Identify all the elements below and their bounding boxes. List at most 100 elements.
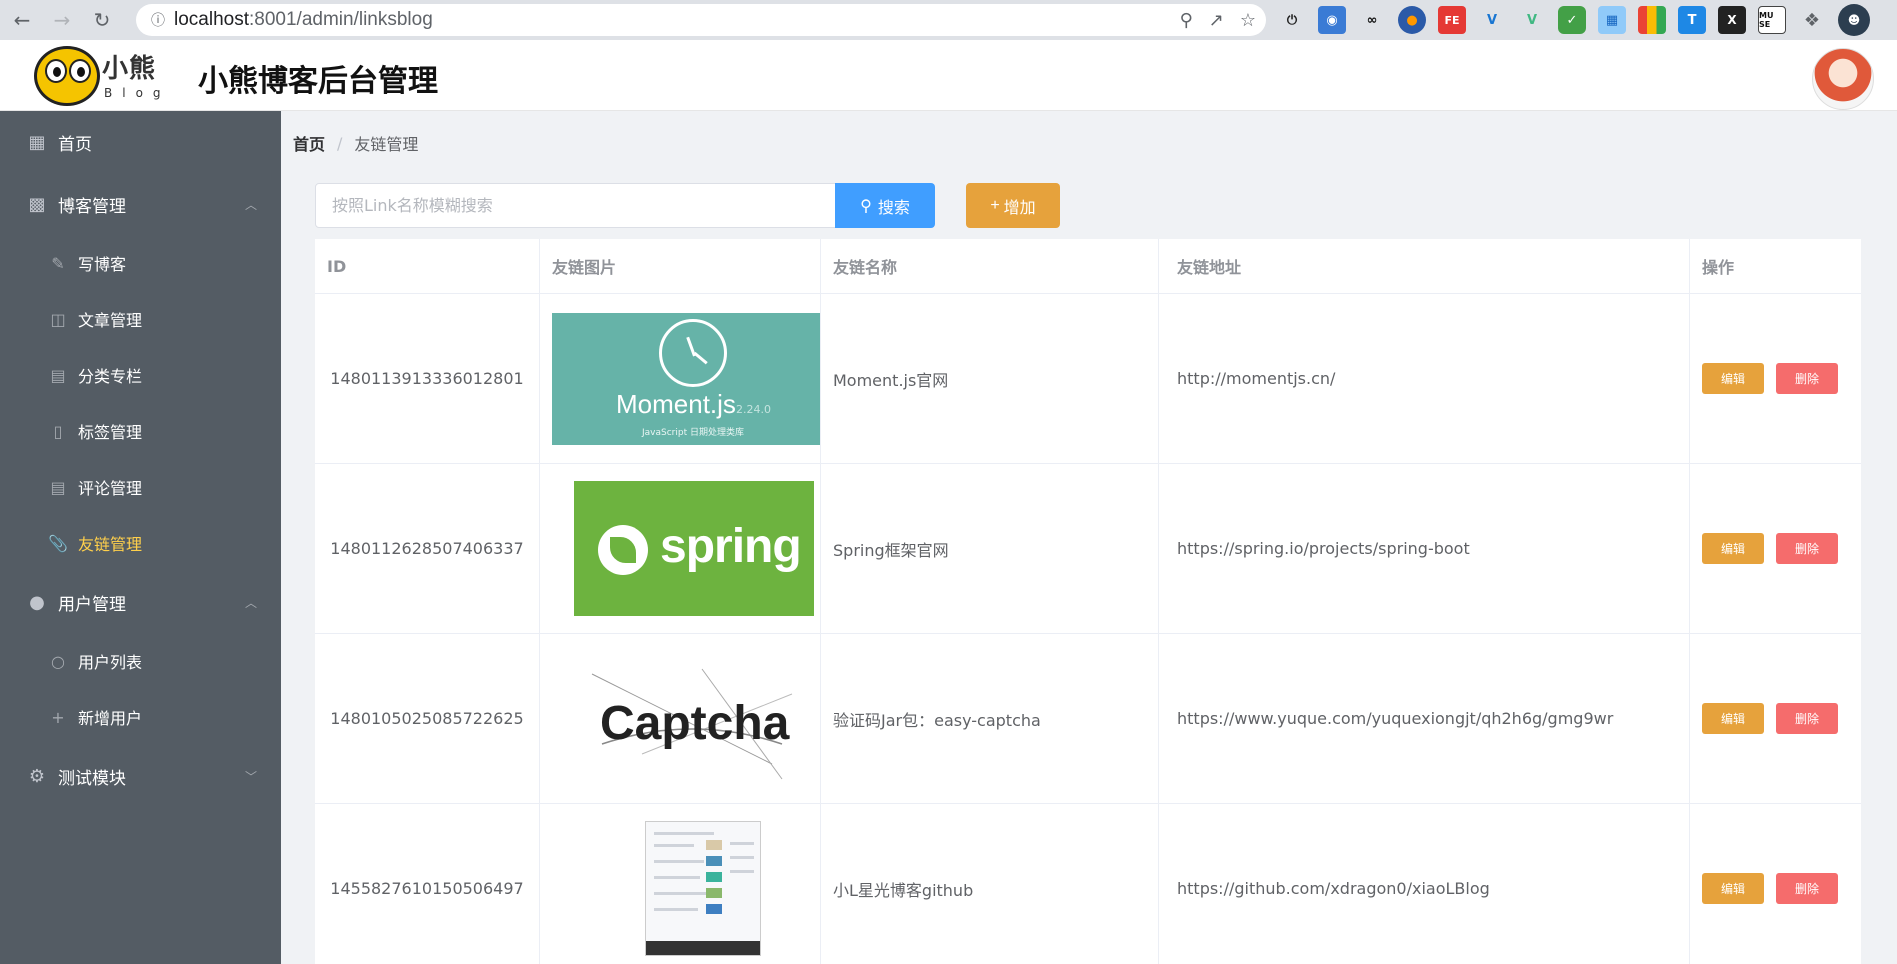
column-header-name: 友链名称 xyxy=(821,239,1159,293)
user-solid-icon: ● xyxy=(29,591,45,613)
app-header: 小熊 Blog 小熊博客后台管理 xyxy=(0,40,1897,111)
add-button[interactable]: + 增加 xyxy=(966,183,1060,228)
sidebar-item-label: 写博客 xyxy=(78,255,127,274)
cell-url: https://www.yuque.com/yuquexiongjt/qh2h6… xyxy=(1159,634,1690,803)
breadcrumb-current: 友链管理 xyxy=(354,135,419,154)
plus-icon: + xyxy=(51,707,65,727)
plus-icon: + xyxy=(990,196,1000,214)
extension-icon[interactable]: ∞ xyxy=(1358,6,1386,34)
edit-button[interactable]: 编辑 xyxy=(1702,363,1764,394)
delete-button[interactable]: 删除 xyxy=(1776,363,1838,394)
sidebar-group-users[interactable]: ● 用户管理 ︿ xyxy=(0,571,281,633)
cell-image: spring xyxy=(540,464,821,633)
extension-icon[interactable]: T xyxy=(1678,6,1706,34)
cell-image xyxy=(540,804,821,964)
sidebar-item-tags[interactable]: ▯ 标签管理 xyxy=(0,403,281,459)
cell-name: 小L星光博客github xyxy=(821,804,1159,964)
link-thumbnail[interactable]: Captcha xyxy=(582,653,802,784)
extension-icon[interactable] xyxy=(1638,6,1666,34)
delete-button[interactable]: 删除 xyxy=(1776,873,1838,904)
sidebar-item-comments[interactable]: ▤ 评论管理 xyxy=(0,459,281,515)
extension-icon[interactable]: X xyxy=(1718,6,1746,34)
extension-icon[interactable]: FE xyxy=(1438,6,1466,34)
sidebar-item-home[interactable]: ▦ 首页 xyxy=(0,111,281,173)
share-icon[interactable]: ↗ xyxy=(1209,10,1224,31)
logo[interactable]: 小熊 Blog xyxy=(34,46,164,106)
table-row: 1480113913336012801 Moment.js 2.24.0 Jav… xyxy=(315,294,1861,464)
extension-icon[interactable]: ● xyxy=(1398,6,1426,34)
puzzle-icon[interactable]: ❖ xyxy=(1798,6,1826,34)
link-thumbnail[interactable]: Moment.js 2.24.0 JavaScript 日期处理类库 xyxy=(552,312,820,445)
power-icon[interactable]: ⏻ xyxy=(1278,6,1306,34)
shield-icon[interactable]: ✓ xyxy=(1558,6,1586,34)
forward-icon[interactable]: → xyxy=(44,2,80,38)
thumbnail-title: spring xyxy=(660,520,802,573)
sidebar-item-add-user[interactable]: + 新增用户 xyxy=(0,689,281,745)
logo-subtitle: Blog xyxy=(104,86,171,100)
setting-icon: ⚙ xyxy=(28,765,46,787)
sidebar-item-label: 标签管理 xyxy=(78,423,143,442)
app-title: 小熊博客后台管理 xyxy=(198,64,438,99)
cell-id: 1480112628507406337 xyxy=(315,464,540,633)
cell-name: 验证码Jar包：easy-captcha xyxy=(821,634,1159,803)
cell-name: Moment.js官网 xyxy=(821,294,1159,463)
bookmark-icon: ▯ xyxy=(53,421,63,441)
edit-button[interactable]: 编辑 xyxy=(1702,533,1764,564)
edit-button[interactable]: 编辑 xyxy=(1702,703,1764,734)
column-header-id: ID xyxy=(315,239,540,293)
cell-id: 1480105025085722625 xyxy=(315,634,540,803)
sidebar-item-articles[interactable]: ◫ 文章管理 xyxy=(0,291,281,347)
link-thumbnail[interactable] xyxy=(645,821,761,956)
search-input[interactable] xyxy=(315,183,837,228)
search-button[interactable]: ⚲ 搜索 xyxy=(835,183,935,228)
back-icon[interactable]: ← xyxy=(4,2,40,38)
delete-button[interactable]: 删除 xyxy=(1776,533,1838,564)
user-avatar[interactable] xyxy=(1812,48,1874,110)
sidebar-item-user-list[interactable]: ○ 用户列表 xyxy=(0,633,281,689)
edit-button[interactable]: 编辑 xyxy=(1702,873,1764,904)
chevron-up-icon: ︿ xyxy=(244,595,257,610)
blog-icon: ▩ xyxy=(28,193,46,215)
column-header-ops: 操作 xyxy=(1702,258,1735,277)
cell-image: Moment.js 2.24.0 JavaScript 日期处理类库 xyxy=(540,294,821,463)
sidebar-item-label: 用户管理 xyxy=(58,594,126,615)
link-thumbnail[interactable]: spring xyxy=(574,481,814,616)
delete-button[interactable]: 删除 xyxy=(1776,703,1838,734)
url-text[interactable]: localhost:8001/admin/linksblog xyxy=(174,9,433,31)
table-body: 1480113913336012801 Moment.js 2.24.0 Jav… xyxy=(315,294,1861,964)
sidebar-item-label: 首页 xyxy=(58,134,92,155)
star-icon[interactable]: ☆ xyxy=(1240,10,1256,31)
extension-icon[interactable]: V xyxy=(1478,6,1506,34)
extension-icon[interactable]: ▦ xyxy=(1598,6,1626,34)
site-info-icon[interactable]: ⓘ xyxy=(142,10,174,30)
clock-icon xyxy=(659,318,727,387)
address-bar[interactable]: ⓘ localhost:8001/admin/linksblog ⚲ ↗ ☆ xyxy=(136,4,1266,36)
sidebar-group-test[interactable]: ⚙ 测试模块 ﹀ xyxy=(0,745,281,807)
reload-icon[interactable]: ↻ xyxy=(84,2,120,38)
thumbnail-title: Moment.js xyxy=(616,388,736,419)
column-header-url: 友链地址 xyxy=(1159,239,1690,293)
cell-id: 1480113913336012801 xyxy=(315,294,540,463)
extension-icon[interactable]: MU SE xyxy=(1758,6,1786,34)
cell-url: https://spring.io/projects/spring-boot xyxy=(1159,464,1690,633)
breadcrumb-home[interactable]: 首页 xyxy=(293,131,325,155)
logo-title: 小熊 xyxy=(102,54,157,84)
sidebar-item-categories[interactable]: ▤ 分类专栏 xyxy=(0,347,281,403)
table-row: 1480112628507406337 spring Spring框架官网 ht… xyxy=(315,464,1861,634)
extensions-bar: ⏻ ◉ ∞ ● FE V V ✓ ▦ T X MU SE ❖ ☻ xyxy=(1278,4,1870,36)
cell-ops: 编辑 删除 xyxy=(1690,634,1861,803)
sidebar-item-links[interactable]: 📎 友链管理 xyxy=(0,515,281,571)
extension-icon[interactable]: ◉ xyxy=(1318,6,1346,34)
profile-avatar[interactable]: ☻ xyxy=(1838,4,1870,36)
sidebar-item-label: 文章管理 xyxy=(78,311,143,330)
sidebar-item-write-blog[interactable]: ✎ 写博客 xyxy=(0,235,281,291)
sidebar-group-blog[interactable]: ▩ 博客管理 ︿ xyxy=(0,173,281,235)
zoom-icon[interactable]: ⚲ xyxy=(1180,10,1193,31)
vue-devtools-icon[interactable]: V xyxy=(1518,6,1546,34)
cell-url: http://momentjs.cn/ xyxy=(1159,294,1690,463)
dashboard-icon: ▦ xyxy=(28,131,46,153)
cell-ops: 编辑 删除 xyxy=(1690,804,1861,964)
user-icon: ○ xyxy=(51,651,65,671)
spring-leaf-icon xyxy=(598,525,648,575)
search-button-label: 搜索 xyxy=(877,199,910,217)
